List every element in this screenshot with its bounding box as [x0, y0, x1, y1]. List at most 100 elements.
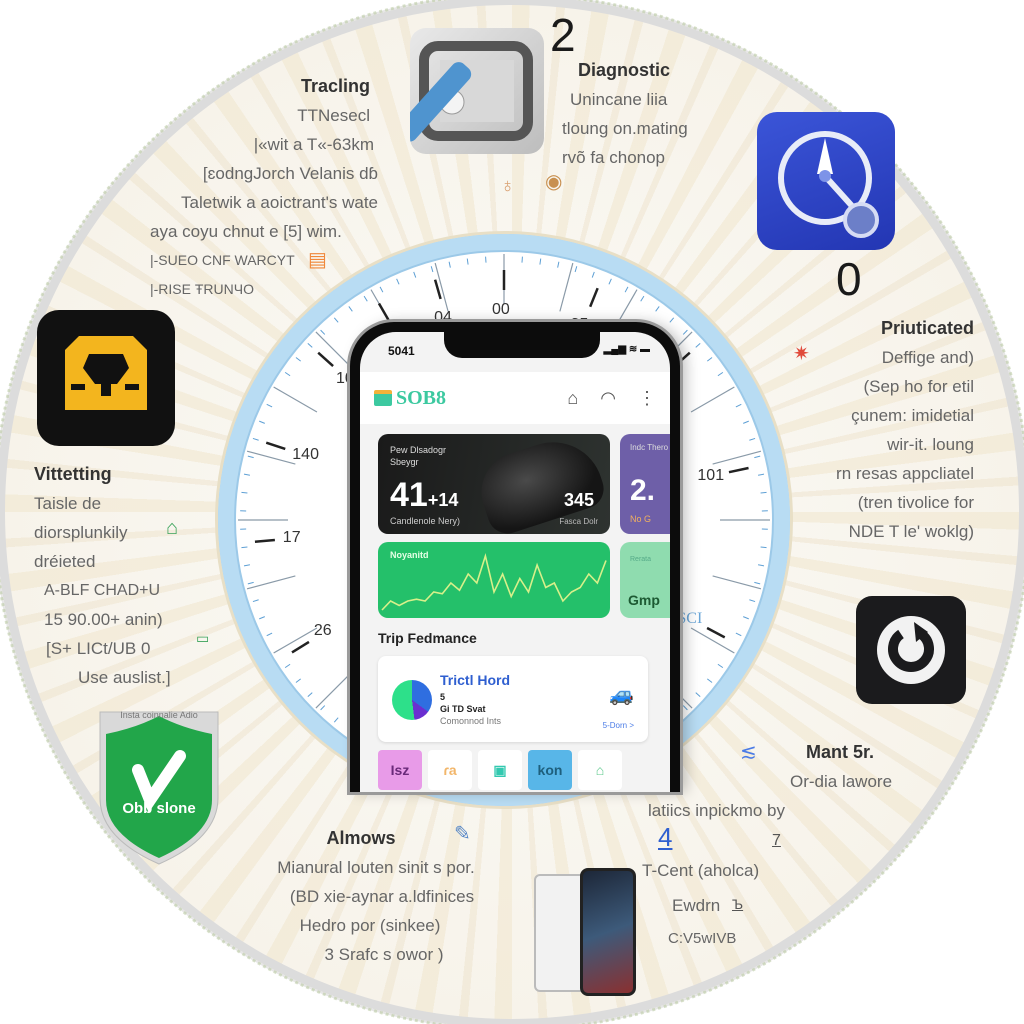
gauge-app-icon[interactable] [757, 112, 895, 250]
gauge-minor-tick [307, 692, 313, 698]
feature-line: Taisle de [34, 494, 102, 513]
gauge-minor-tick [749, 599, 756, 603]
gauge-minor-tick [743, 420, 749, 424]
feature-line: TTNesecl [297, 106, 370, 125]
more-menu-icon[interactable]: ⋮ [638, 388, 656, 409]
gauge-major-tick [315, 331, 352, 368]
mint-stat-card[interactable]: Rerata Gmp [620, 542, 670, 618]
gauge-minor-tick [466, 258, 469, 265]
feature-line: |«wit a T«-63km [253, 135, 374, 154]
gauge-tick-label: 140 [292, 446, 319, 464]
gauge-minor-tick [717, 663, 724, 669]
phone-screen: 5041 ▂▄▆ ≋ ▬ SOB8 ⌂ ◠ ⋮ Pew Dlsadogr Sbe… [360, 332, 670, 792]
feature-line: 3 Srafc s owor ) [324, 945, 444, 964]
feature-line: Mianural louten sinit s por. [277, 858, 475, 877]
smartphone-mockup: 5041 ▂▄▆ ≋ ▬ SOB8 ⌂ ◠ ⋮ Pew Dlsadogr Sbe… [350, 322, 680, 792]
gauge-minor-tick [757, 473, 765, 476]
dock-app-tile[interactable]: kon [528, 750, 572, 790]
gauge-major-tick [690, 386, 735, 413]
dock-app-tile[interactable]: Isz [378, 750, 422, 790]
dock-app-tile[interactable]: ▣ [478, 750, 522, 790]
feature-line: Or-dia lawore [790, 772, 893, 791]
shield-top-text: Insta coinnalie Adio [120, 710, 198, 720]
feature-line: Hedro por (sinkee) [299, 916, 441, 935]
dock-app-tile[interactable]: ɾa [428, 750, 472, 790]
power-app-icon[interactable] [856, 596, 966, 704]
feature-line: rvõ fa chonop [562, 148, 666, 167]
gauge-tick-label: 101 [697, 467, 725, 485]
feature-line: (tren tivolice for [857, 493, 974, 512]
feature-line: diorsplunkily [34, 523, 128, 542]
gauge-minor-tick [735, 403, 742, 408]
feature-line: T-Cent (aholca) [642, 861, 760, 880]
battery-icon: ▭ [196, 630, 210, 646]
feature-vittetting: Vittetting Taisle de diorsplunkily dréie… [34, 460, 234, 692]
feature-line: [ɛodngJorch Velanis dɓ [202, 164, 378, 183]
feature-title: Mant 5r. [806, 742, 875, 762]
gauge-minor-tick [284, 371, 291, 377]
step-number-right: 0 [836, 253, 862, 305]
gauge-minor-tick [307, 342, 313, 348]
feature-line: |-RISE ŦRUNЧO [150, 281, 254, 297]
gauge-minor-tick [640, 295, 645, 302]
trip-line: Gi TD Svat [440, 704, 486, 714]
trip-pie-chart [392, 680, 432, 720]
wifi-icon[interactable]: ◠ [600, 388, 616, 409]
gauge-minor-tick [379, 286, 384, 293]
gauge-minor-tick [754, 455, 761, 459]
card-sub: Candlenole Nery) [390, 516, 461, 526]
sparkline-chart [381, 553, 607, 611]
gauge-tick-label: 17 [282, 529, 301, 547]
gauge-minor-tick [448, 261, 451, 268]
engine-alert-icon: ✷ [793, 343, 810, 365]
trip-details-link[interactable]: 5-Dorn > [603, 721, 634, 730]
trip-card[interactable]: Trictl Hord 5 Gi TD Svat Comonnod Ints 🚙… [378, 656, 648, 742]
gauge-minor-tick [333, 717, 339, 723]
card-value: 2. [630, 474, 656, 507]
gauge-minor-tick [247, 455, 254, 459]
gauge-major-tick [246, 575, 296, 590]
gauge-tick-label: SCI [677, 609, 703, 627]
feature-line: A-BLF CHAD+U [44, 582, 161, 599]
secondary-stat-card[interactable]: Indc Thero 2. No G [620, 434, 670, 534]
gauge-label-tick [589, 287, 599, 308]
gauge-major-tick [246, 450, 296, 465]
gauge-label-tick [317, 351, 334, 368]
stopwatch-icon: ♁ [500, 175, 515, 197]
gauge-major-tick [273, 386, 318, 413]
dock-app-tile[interactable]: ⌂ [578, 750, 622, 790]
gauge-minor-tick [252, 599, 259, 603]
gauge-minor-tick [557, 261, 560, 268]
gauge-minor-tick [252, 437, 259, 441]
feature-title: Diagnostic [578, 60, 671, 80]
obd-connector-app-icon[interactable] [37, 310, 175, 446]
gauge-minor-tick [430, 266, 434, 273]
live-data-chart-card[interactable]: Noyanitd [378, 542, 610, 618]
feature-line: |-SUEO CNF WARCYT [150, 252, 295, 268]
gauge-minor-tick [706, 678, 713, 683]
gauge-tick-label: 26 [313, 622, 332, 640]
app-screenshots-thumbnail [534, 868, 638, 998]
gauge-label-tick [265, 441, 286, 451]
card-label: Indc Thero [630, 443, 669, 452]
gauge-minor-tick [574, 266, 578, 273]
gauge-major-tick [559, 262, 574, 312]
shield-label: Obb slone [122, 800, 196, 817]
home-lock-icon[interactable]: ⌂ [567, 388, 578, 409]
feature-line: Use auslist.] [78, 668, 171, 687]
gauge-major-tick [315, 672, 352, 709]
gauge-label-tick [377, 302, 391, 322]
gauge-minor-tick [608, 278, 612, 285]
app-name: SOB8 [396, 386, 447, 409]
gauge-minor-tick [760, 491, 767, 494]
gauge-label-tick [291, 640, 310, 654]
card-label: Rerata [630, 556, 652, 563]
gauge-minor-tick [695, 692, 701, 698]
card-label: Pew Dlsadogr Sbeygr [390, 445, 447, 467]
gauge-minor-tick [695, 342, 701, 348]
vehicle-stats-card[interactable]: Pew Dlsadogr Sbeygr 41+14 Candlenole Ner… [378, 434, 610, 534]
section-title: Trip Fedmance [378, 630, 477, 646]
gauge-minor-tick [413, 271, 417, 278]
gauge-minor-tick [247, 581, 254, 585]
diagnostic-tool-icon[interactable] [410, 28, 544, 154]
